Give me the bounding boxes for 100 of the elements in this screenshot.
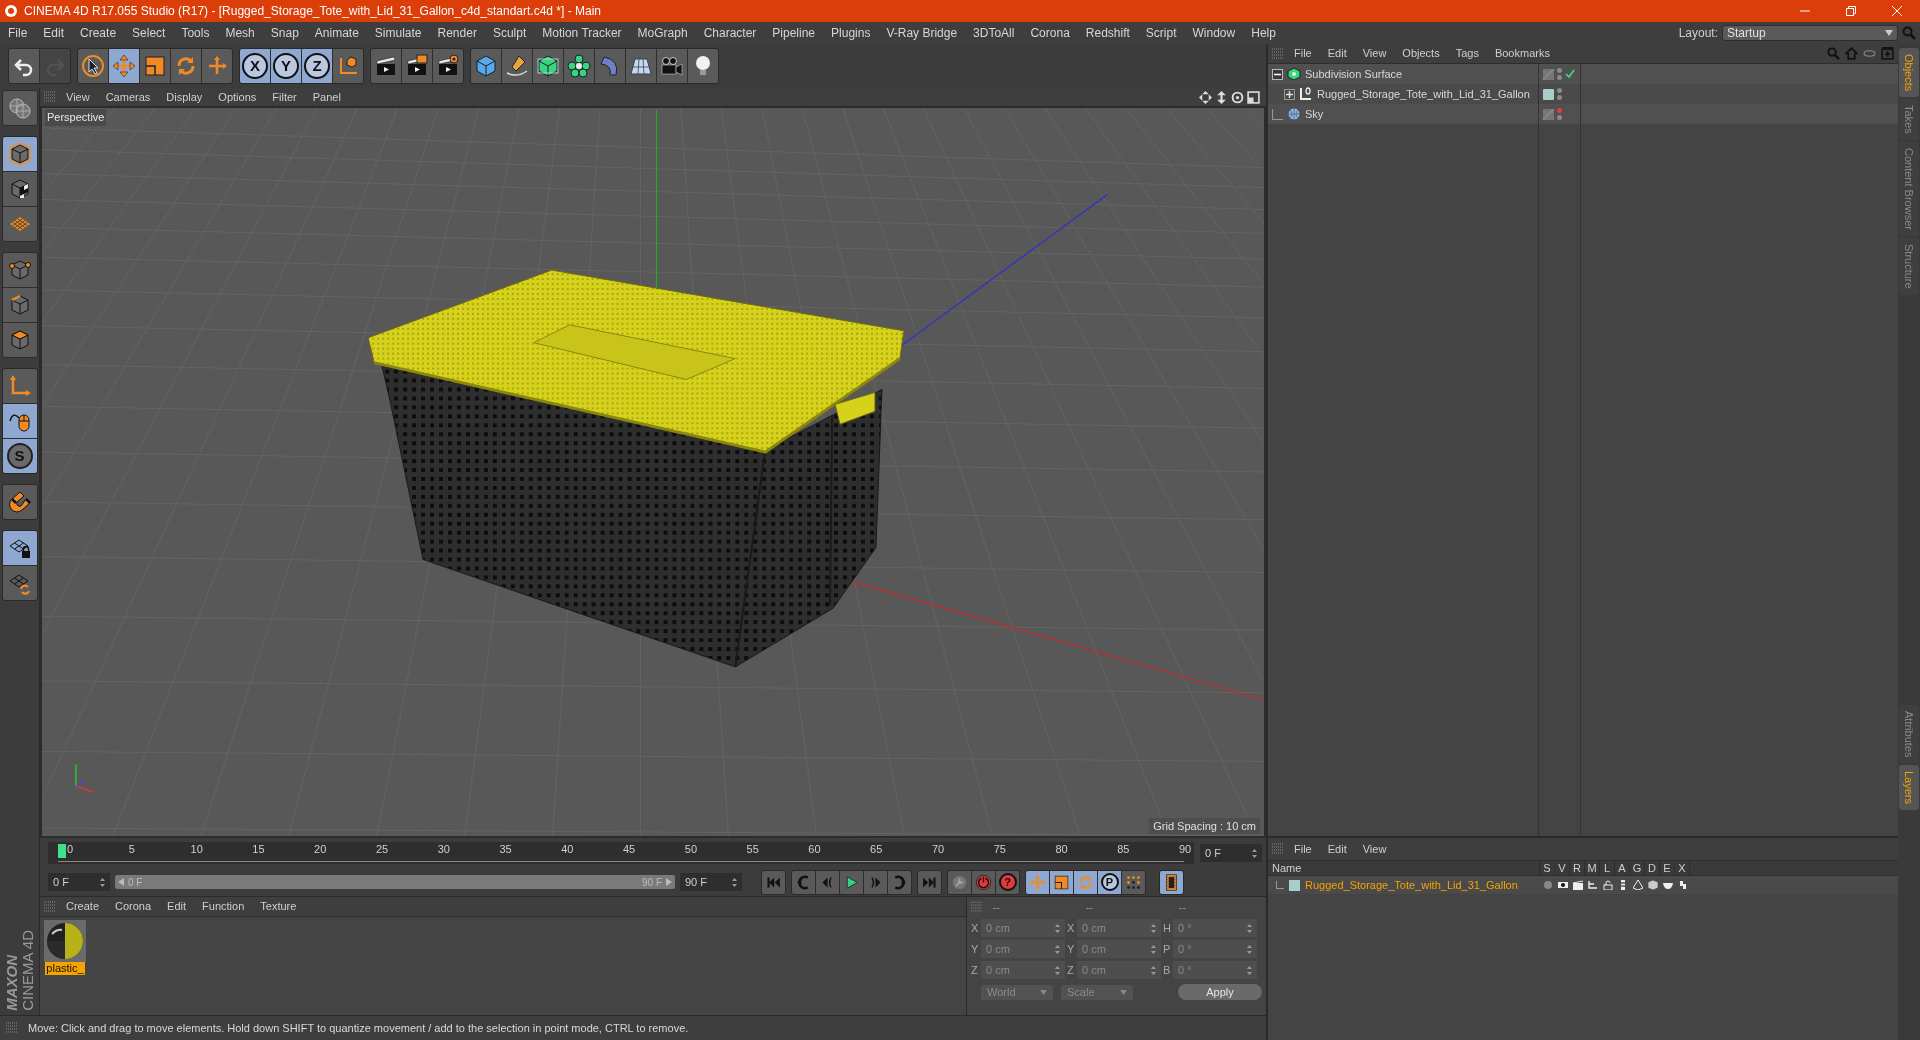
maximize-view-icon[interactable] <box>1247 90 1260 104</box>
menu-item[interactable]: Motion Tracker <box>534 24 630 42</box>
menu-item[interactable]: Edit <box>1319 840 1355 858</box>
menu-item[interactable]: Help <box>1243 24 1284 42</box>
lock-icon[interactable] <box>1602 880 1613 890</box>
cube-icon[interactable] <box>1647 880 1658 890</box>
key-position-button[interactable] <box>1026 870 1049 894</box>
visibility-dots[interactable] <box>1557 88 1562 100</box>
menu-item[interactable]: Select <box>124 24 174 42</box>
timeline-button[interactable] <box>1160 870 1183 894</box>
pyramid-icon[interactable] <box>1632 880 1643 890</box>
menu-item[interactable]: Render <box>429 24 485 42</box>
layer-color-swatch[interactable] <box>1289 879 1300 891</box>
menu-item[interactable]: Animate <box>306 24 367 42</box>
menu-item[interactable]: MoGraph <box>629 24 696 42</box>
menu-item[interactable]: 3DToAll <box>965 24 1023 42</box>
layout-dropdown[interactable]: Startup <box>1722 25 1898 41</box>
menu-item[interactable]: File <box>1286 45 1320 62</box>
texture-mode-button[interactable] <box>2 172 37 206</box>
menu-item[interactable]: Sculpt <box>484 24 535 42</box>
camera-button[interactable] <box>657 49 687 83</box>
render-settings-button[interactable] <box>433 49 463 83</box>
points-mode-button[interactable] <box>2 253 37 287</box>
menu-item[interactable]: Tags <box>1447 45 1487 62</box>
menu-item[interactable]: Edit <box>1319 45 1355 62</box>
axis-lock-button[interactable]: Y <box>271 49 301 83</box>
clapperboard-icon[interactable] <box>1572 880 1583 890</box>
end-frame-field[interactable]: 90 F <box>680 873 742 891</box>
light-button[interactable] <box>688 49 718 83</box>
menu-item[interactable]: View <box>58 88 98 106</box>
render-view-button[interactable] <box>371 49 401 83</box>
next-key-button[interactable] <box>888 870 911 894</box>
menu-item[interactable]: Cameras <box>97 88 159 106</box>
eye-icon[interactable] <box>1557 880 1568 890</box>
no-layer-icon[interactable] <box>1543 108 1554 120</box>
floor-button[interactable] <box>626 49 656 83</box>
expand-toggle[interactable] <box>1284 88 1295 100</box>
current-frame-field[interactable]: 0 F <box>1200 844 1262 862</box>
side-tab[interactable]: Layers <box>1899 764 1919 810</box>
menu-item[interactable]: Character <box>695 24 765 42</box>
pen-button[interactable] <box>502 49 532 83</box>
visibility-dots[interactable] <box>1557 68 1562 80</box>
previous-key-button[interactable] <box>792 870 815 894</box>
coordinate-system-button[interactable] <box>333 49 363 83</box>
autokey-button[interactable] <box>972 870 995 894</box>
select-tool-button[interactable] <box>78 49 108 83</box>
edges-mode-button[interactable] <box>2 288 37 322</box>
3d-viewport[interactable]: Perspective Grid Spacing : 10 cm <box>40 106 1266 838</box>
menu-item[interactable]: Panel <box>304 88 349 106</box>
vertical-arrows-icon[interactable] <box>1215 90 1228 104</box>
scale-tool-button[interactable] <box>140 49 170 83</box>
menu-item[interactable]: Mesh <box>217 24 263 42</box>
collapse-toggle[interactable] <box>1272 68 1283 80</box>
no-layer-icon[interactable] <box>1543 68 1554 80</box>
menu-item[interactable]: File <box>1286 840 1320 858</box>
axis-lock-button[interactable]: Z <box>302 49 332 83</box>
play-button[interactable] <box>840 870 863 894</box>
menu-item[interactable]: Corona <box>107 898 160 915</box>
menu-item[interactable]: Corona <box>1022 24 1078 42</box>
menu-item[interactable]: Options <box>210 88 265 106</box>
menu-item[interactable]: Create <box>72 24 125 42</box>
timeline-ruler[interactable]: 0 5 10 15 20 25 30 35 40 45 50 55 60 65 70 75 80 85 90 <box>48 842 1194 864</box>
menu-item[interactable]: Edit <box>35 24 73 42</box>
cube-button[interactable] <box>471 49 501 83</box>
dot-icon[interactable] <box>1542 880 1553 890</box>
layer-color-swatch[interactable] <box>1543 88 1554 100</box>
key-rotation-button[interactable] <box>1074 870 1097 894</box>
menu-item[interactable]: V-Ray Bridge <box>878 24 966 42</box>
hierarchy-icon[interactable] <box>1587 880 1598 890</box>
menu-item[interactable]: Script <box>1137 24 1185 42</box>
menu-item[interactable]: Objects <box>1394 45 1448 62</box>
menu-item[interactable]: Texture <box>252 898 305 915</box>
first-frame-button[interactable] <box>762 870 785 894</box>
menu-item[interactable]: Create <box>58 898 108 915</box>
object-name[interactable]: Sky <box>1305 105 1324 123</box>
bowl-icon[interactable] <box>1662 880 1673 890</box>
help-button[interactable]: ? <box>996 870 1019 894</box>
visibility-dots[interactable] <box>1557 108 1562 120</box>
magnet-button[interactable] <box>2 485 37 519</box>
axis-lock-button[interactable]: X <box>240 49 270 83</box>
deformer-button[interactable] <box>595 49 625 83</box>
menu-item[interactable]: Simulate <box>366 24 430 42</box>
last-frame-button[interactable] <box>918 870 941 894</box>
material-swatch[interactable]: plastic_ <box>43 920 87 975</box>
model-mode-button[interactable] <box>2 137 37 171</box>
axis-mode-button[interactable] <box>2 369 37 403</box>
subdivision-button[interactable] <box>533 49 563 83</box>
workplane-lock-button[interactable] <box>2 531 37 565</box>
menu-item[interactable]: Tools <box>173 24 218 42</box>
menu-item[interactable]: Bookmarks <box>1486 45 1558 62</box>
menu-item[interactable]: View <box>1354 45 1395 62</box>
workplane-align-button[interactable] <box>2 566 37 600</box>
start-frame-field[interactable]: 0 F <box>48 873 110 891</box>
side-tab[interactable]: Objects <box>1899 48 1919 98</box>
move-arrows-icon[interactable] <box>1199 90 1212 104</box>
current-frame-marker[interactable] <box>58 844 66 858</box>
rotate-icon[interactable] <box>1231 90 1244 104</box>
menu-item[interactable]: Edit <box>159 898 195 915</box>
render-picture-button[interactable] <box>402 49 432 83</box>
key-points-button[interactable] <box>1122 870 1145 894</box>
